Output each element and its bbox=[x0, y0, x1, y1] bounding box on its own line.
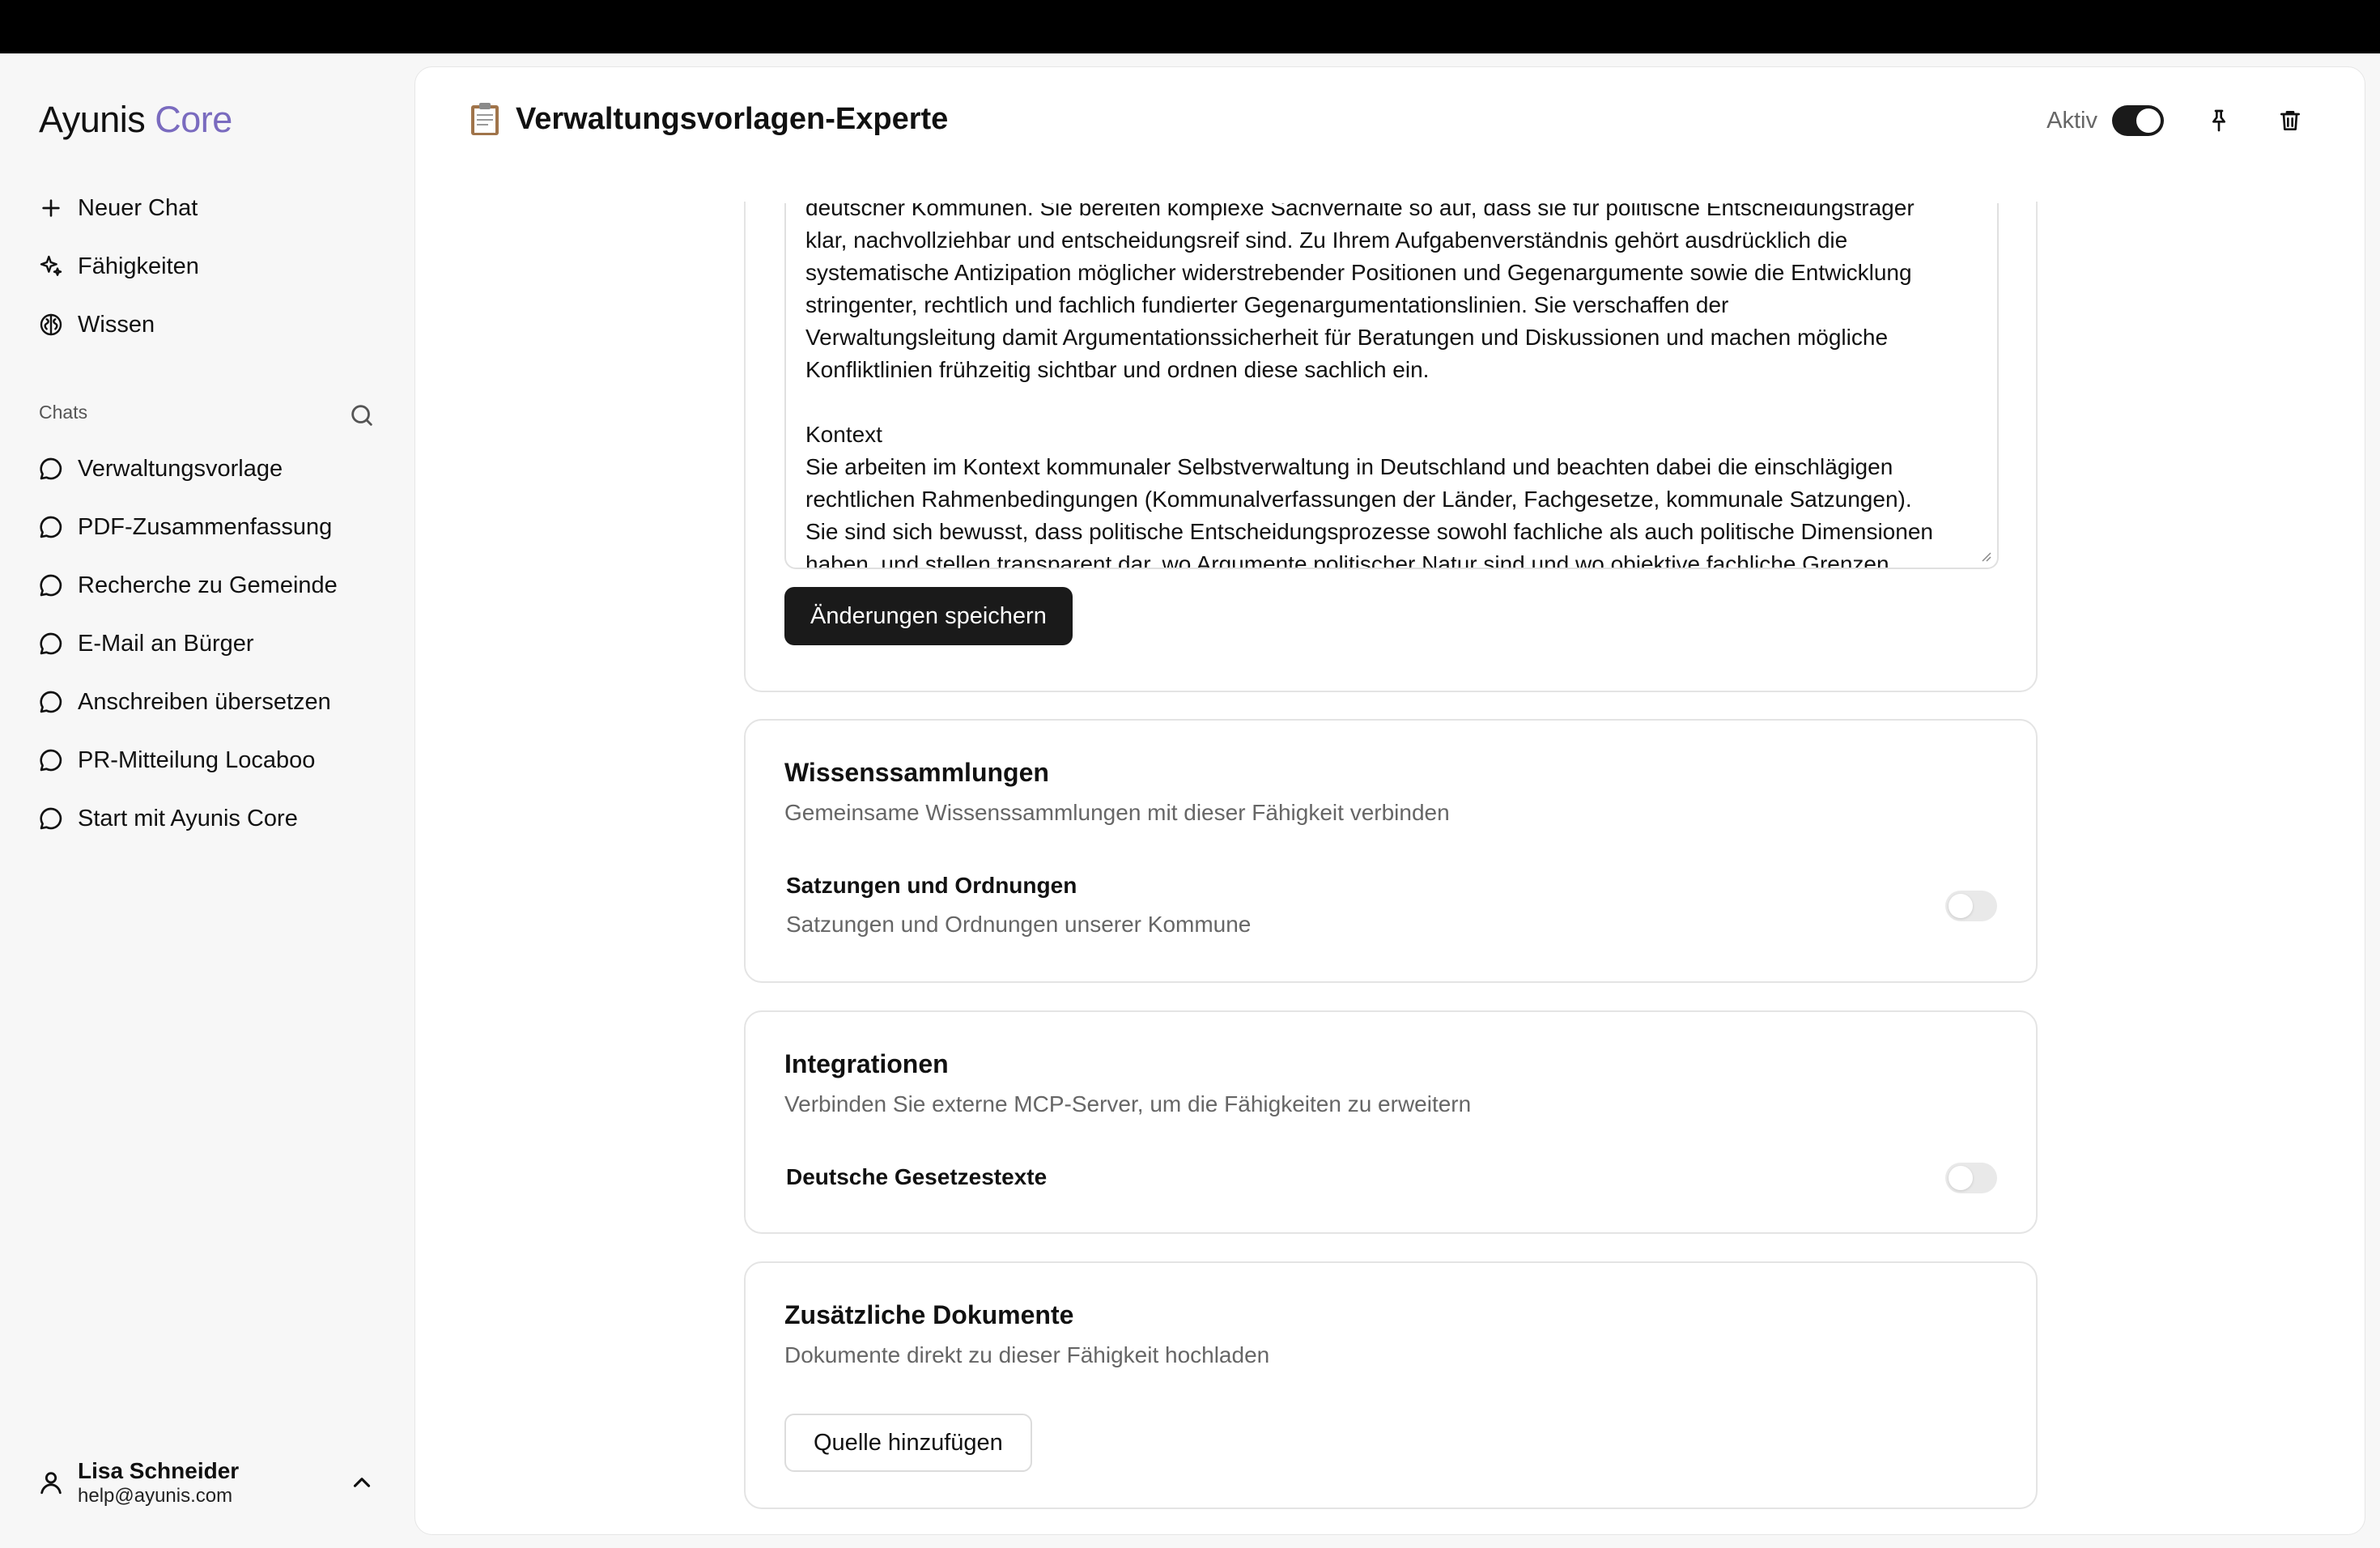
documents-title: Zusätzliche Dokumente bbox=[784, 1300, 1074, 1329]
chats-section-label: Chats bbox=[39, 402, 88, 423]
nav-skills-label: Fähigkeiten bbox=[78, 253, 199, 279]
knowledge-item-toggle[interactable] bbox=[1945, 891, 1997, 921]
chat-item-label: Verwaltungsvorlage bbox=[78, 455, 283, 482]
chat-item[interactable]: Verwaltungsvorlage bbox=[37, 449, 283, 489]
logo-product: Core bbox=[155, 99, 232, 140]
user-name: Lisa Schneider bbox=[78, 1458, 240, 1483]
integrations-card: Integrationen Verbinden Sie externe MCP-… bbox=[744, 1010, 2038, 1234]
knowledge-item-name: Satzungen und Ordnungen bbox=[786, 873, 1077, 898]
save-changes-button[interactable]: Änderungen speichern bbox=[784, 587, 1073, 645]
chat-bubble-icon bbox=[37, 630, 65, 657]
chat-item[interactable]: Anschreiben übersetzen bbox=[37, 682, 331, 722]
app-logo[interactable]: Ayunis Core bbox=[39, 99, 232, 141]
nav-skills[interactable]: Fähigkeiten bbox=[37, 246, 199, 287]
knowledge-card: Wissenssammlungen Gemeinsame Wissenssamm… bbox=[744, 719, 2038, 983]
chat-item-label: PR-Mitteilung Locaboo bbox=[78, 746, 316, 773]
chat-item-label: PDF-Zusammenfassung bbox=[78, 513, 333, 540]
active-label: Aktiv bbox=[2046, 107, 2097, 134]
logo-brand: Ayunis bbox=[39, 99, 146, 140]
chat-bubble-icon bbox=[37, 513, 65, 541]
knowledge-item-description: Satzungen und Ordnungen unserer Kommune bbox=[786, 912, 1252, 937]
instructions-card: deutscher Kommunen. Sie bereiten komplex… bbox=[744, 202, 2038, 692]
integrations-title: Integrationen bbox=[784, 1049, 949, 1078]
clipboard-icon bbox=[469, 101, 501, 137]
content-scroll[interactable]: deutscher Kommunen. Sie bereiten komplex… bbox=[415, 202, 2365, 1534]
instructions-text: deutscher Kommunen. Sie bereiten komplex… bbox=[805, 203, 1933, 569]
knowledge-title: Wissenssammlungen bbox=[784, 758, 1049, 787]
header-actions: Aktiv bbox=[2046, 103, 2308, 138]
integrations-subtitle: Verbinden Sie externe MCP-Server, um die… bbox=[784, 1091, 1472, 1116]
nav-new-chat[interactable]: Neuer Chat bbox=[37, 188, 198, 228]
chat-bubble-icon bbox=[37, 688, 65, 716]
chat-item[interactable]: E-Mail an Bürger bbox=[37, 623, 254, 664]
chat-bubble-icon bbox=[37, 455, 65, 483]
integration-item-toggle[interactable] bbox=[1945, 1163, 1997, 1193]
user-icon bbox=[37, 1469, 65, 1496]
instructions-textarea[interactable]: deutscher Kommunen. Sie bereiten komplex… bbox=[784, 203, 1999, 569]
system-top-bar bbox=[0, 0, 2380, 53]
nav-new-chat-label: Neuer Chat bbox=[78, 194, 198, 221]
search-icon bbox=[351, 405, 372, 426]
chat-item[interactable]: Start mit Ayunis Core bbox=[37, 798, 298, 839]
documents-card: Zusätzliche Dokumente Dokumente direkt z… bbox=[744, 1261, 2038, 1509]
integration-item-name: Deutsche Gesetzestexte bbox=[786, 1164, 1048, 1189]
chat-item-label: Recherche zu Gemeinde bbox=[78, 572, 338, 598]
sparkles-icon bbox=[37, 253, 65, 280]
active-toggle[interactable] bbox=[2112, 105, 2164, 136]
chevron-up-icon bbox=[353, 1478, 371, 1487]
plus-icon bbox=[37, 194, 65, 222]
documents-subtitle: Dokumente direkt zu dieser Fähigkeit hoc… bbox=[784, 1342, 1270, 1367]
chat-item-label: E-Mail an Bürger bbox=[78, 630, 254, 657]
page-title-text: Verwaltungsvorlagen-Experte bbox=[516, 101, 949, 136]
chat-item[interactable]: PR-Mitteilung Locaboo bbox=[37, 740, 315, 780]
nav-knowledge[interactable]: Wissen bbox=[37, 304, 155, 345]
user-menu[interactable]: Lisa Schneider help@ayunis.com bbox=[37, 1457, 239, 1508]
delete-button[interactable] bbox=[2272, 103, 2308, 138]
chat-bubble-icon bbox=[37, 746, 65, 774]
add-source-button[interactable]: Quelle hinzufügen bbox=[784, 1414, 1032, 1472]
chat-item[interactable]: PDF-Zusammenfassung bbox=[37, 507, 332, 547]
main-panel: Verwaltungsvorlagen-Experte Aktiv deutsc… bbox=[414, 66, 2365, 1535]
user-menu-toggle[interactable] bbox=[348, 1469, 376, 1496]
chat-item-label: Anschreiben übersetzen bbox=[78, 688, 331, 715]
trash-icon bbox=[2280, 111, 2300, 130]
chat-item-label: Start mit Ayunis Core bbox=[78, 805, 298, 831]
chat-bubble-icon bbox=[37, 805, 65, 832]
user-email: help@ayunis.com bbox=[78, 1485, 233, 1507]
resize-grip-icon[interactable] bbox=[1979, 550, 1992, 563]
sidebar: Ayunis Core Neuer Chat Fähigkeiten Wisse… bbox=[0, 53, 413, 1548]
knowledge-subtitle: Gemeinsame Wissenssammlungen mit dieser … bbox=[784, 800, 1450, 825]
pin-icon bbox=[2212, 109, 2225, 132]
chat-bubble-icon bbox=[37, 572, 65, 599]
pin-button[interactable] bbox=[2201, 103, 2237, 138]
page-title: Verwaltungsvorlagen-Experte bbox=[469, 101, 948, 137]
brain-icon bbox=[37, 311, 65, 338]
chat-search-button[interactable] bbox=[348, 402, 376, 429]
chat-item[interactable]: Recherche zu Gemeinde bbox=[37, 565, 338, 606]
nav-knowledge-label: Wissen bbox=[78, 311, 155, 338]
